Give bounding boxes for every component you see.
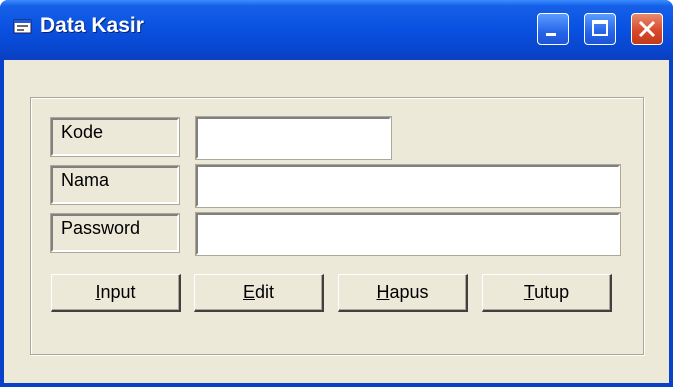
kode-field[interactable] xyxy=(195,116,392,160)
password-label: Password xyxy=(50,213,180,253)
title-bar[interactable]: Data Kasir xyxy=(0,0,673,60)
hapus-button[interactable]: Hapus xyxy=(338,274,468,312)
maximize-icon xyxy=(592,20,608,36)
kode-label: Kode xyxy=(50,117,180,157)
nama-label: Nama xyxy=(50,165,180,205)
close-button[interactable] xyxy=(631,13,663,45)
input-button[interactable]: Input xyxy=(51,274,181,312)
tutup-button[interactable]: Tutup xyxy=(482,274,612,312)
data-kasir-window: Data Kasir Kode Nama Password Input Edit xyxy=(0,0,673,387)
nama-field[interactable] xyxy=(195,164,621,208)
minimize-icon xyxy=(546,33,556,36)
minimize-button[interactable] xyxy=(537,13,569,45)
maximize-button[interactable] xyxy=(584,13,616,45)
form-window-icon[interactable] xyxy=(12,16,34,38)
close-icon xyxy=(638,20,656,38)
window-title: Data Kasir xyxy=(40,14,144,37)
password-field[interactable] xyxy=(195,212,621,256)
edit-button[interactable]: Edit xyxy=(194,274,324,312)
